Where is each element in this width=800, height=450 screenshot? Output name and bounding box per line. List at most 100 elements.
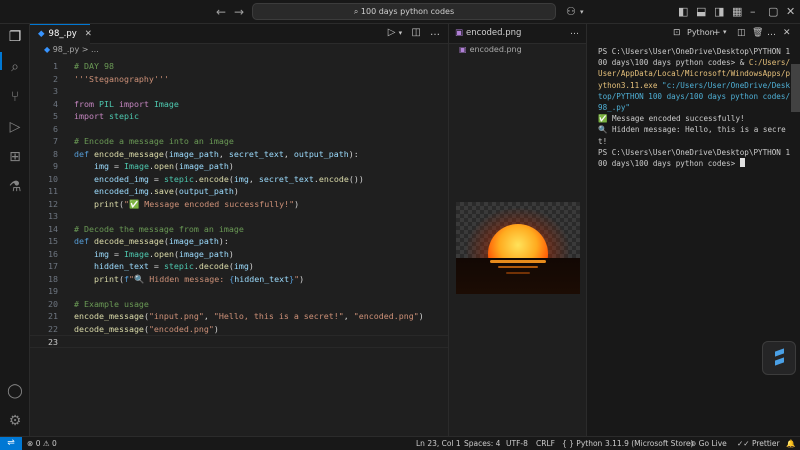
- code-line[interactable]: 23: [30, 335, 448, 348]
- line-endings[interactable]: CRLF: [536, 438, 555, 450]
- copilot-icon[interactable]: ⚇: [566, 5, 576, 18]
- code-line[interactable]: 7 # Encode a message into an image: [30, 135, 448, 148]
- code-line[interactable]: 1 # DAY 98: [30, 60, 448, 73]
- code-token: output_path: [178, 186, 234, 196]
- code-line[interactable]: 18 print(f"🔍 Hidden message: {hidden_tex…: [30, 273, 448, 286]
- language-mode[interactable]: { } Python: [562, 438, 602, 450]
- run-dropdown-icon[interactable]: ▾: [399, 29, 403, 37]
- code-line[interactable]: 4 from PIL import Image: [30, 98, 448, 111]
- floating-extension-button[interactable]: [762, 341, 796, 375]
- code-line[interactable]: 19: [30, 285, 448, 298]
- kill-terminal-trash-icon[interactable]: 🗑: [752, 28, 763, 38]
- code-line[interactable]: 11 encoded_img.save(output_path): [30, 185, 448, 198]
- go-live-button[interactable]: ⊚ Go Live: [690, 438, 727, 450]
- file-encoding[interactable]: UTF-8: [506, 438, 528, 450]
- terminal-shell-label[interactable]: Python: [687, 28, 715, 37]
- prettier-button[interactable]: ✓✓ Prettier: [737, 438, 780, 450]
- code-line[interactable]: 20 # Example usage: [30, 298, 448, 311]
- code-line[interactable]: 9 img = Image.open(image_path): [30, 160, 448, 173]
- settings-gear-icon[interactable]: ⚙: [6, 412, 24, 430]
- toggle-secondary-sidebar-icon[interactable]: ◨: [714, 5, 724, 18]
- code-token: decode_message: [74, 323, 144, 334]
- code-token: "encoded.png": [148, 323, 214, 334]
- encoded-image-preview[interactable]: [456, 202, 580, 294]
- close-tab-icon[interactable]: ✕: [85, 29, 92, 39]
- code-area[interactable]: 1 # DAY 98 2 '''Steganography''' 3 4 from PIL …: [30, 60, 448, 348]
- more-actions-icon[interactable]: …: [767, 28, 776, 38]
- maximize-icon[interactable]: ▢: [768, 5, 778, 18]
- code-line[interactable]: 2 '''Steganography''': [30, 73, 448, 86]
- code-token: save: [153, 186, 174, 196]
- close-window-icon[interactable]: ✕: [786, 5, 795, 18]
- line-number: 17: [48, 261, 58, 271]
- code-line[interactable]: 12 print("✅ Message encoded successfully…: [30, 198, 448, 211]
- code-token: ,: [203, 311, 214, 321]
- code-text: '''Steganography''': [74, 73, 169, 86]
- more-actions-icon[interactable]: …: [430, 27, 440, 38]
- run-debug-icon[interactable]: ▷: [6, 118, 24, 136]
- source-control-icon[interactable]: ⑂: [6, 88, 24, 106]
- code-token: open: [153, 161, 174, 171]
- line-number: 6: [53, 123, 58, 134]
- code-line[interactable]: 10 encoded_img = stepic.encode(img, secr…: [30, 173, 448, 186]
- line-number: 2: [53, 73, 58, 84]
- code-text: # Example usage: [74, 298, 149, 311]
- problems-indicator[interactable]: ⊗ 0 ⚠ 0: [27, 438, 57, 450]
- back-arrow-icon[interactable]: ←: [216, 5, 226, 19]
- code-line[interactable]: 13: [30, 210, 448, 223]
- run-icon[interactable]: ▷: [388, 27, 396, 38]
- testing-icon[interactable]: ⚗: [6, 178, 24, 196]
- toggle-primary-sidebar-icon[interactable]: ◧: [678, 5, 688, 18]
- code-line[interactable]: 17 hidden_text = stepic.decode(img): [30, 260, 448, 273]
- indentation[interactable]: Spaces: 4: [464, 438, 500, 450]
- account-icon[interactable]: ◯: [6, 382, 24, 400]
- customize-layout-icon[interactable]: ▦: [732, 5, 742, 18]
- code-text: print("✅ Message encoded successfully!"): [74, 198, 299, 211]
- chevron-down-icon[interactable]: ▾: [580, 8, 584, 16]
- code-token: Image: [153, 98, 179, 109]
- error-count: 0: [35, 439, 41, 448]
- split-terminal-icon[interactable]: ◫: [737, 28, 746, 38]
- chevron-down-icon[interactable]: ▾: [723, 28, 727, 36]
- remote-icon[interactable]: ⇌: [0, 437, 22, 450]
- code-line[interactable]: 15 def decode_message(image_path):: [30, 235, 448, 248]
- image-breadcrumb[interactable]: ▣ encoded.png: [459, 45, 522, 54]
- tab-98-py[interactable]: ◆ 98_.py ✕: [30, 24, 92, 44]
- toggle-panel-icon[interactable]: ⬓: [696, 5, 706, 18]
- code-line[interactable]: 5 import stepic: [30, 110, 448, 123]
- command-center-search[interactable]: ⌕ 100 days python codes: [252, 3, 556, 20]
- code-line[interactable]: 22 decode_message("encoded.png"): [30, 323, 448, 336]
- code-line[interactable]: 8 def encode_message(image_path, secret_t…: [30, 148, 448, 161]
- terminal-output[interactable]: PS C:\Users\User\OneDrive\Desktop\PYTHON…: [598, 46, 792, 169]
- close-panel-icon[interactable]: ✕: [783, 28, 791, 38]
- code-token: print: [93, 273, 119, 284]
- code-token: image_path: [178, 161, 229, 171]
- code-token: # DAY 98: [74, 61, 114, 71]
- error-icon: ⊗: [27, 439, 34, 448]
- python-interpreter[interactable]: 3.11.9 (Microsoft Store): [605, 438, 693, 450]
- explorer-icon[interactable]: ❐: [6, 28, 24, 46]
- notifications-bell-icon[interactable]: 🔔: [786, 438, 795, 450]
- code-token: output_path: [293, 148, 349, 159]
- code-line[interactable]: 6: [30, 123, 448, 136]
- code-token: ): [233, 186, 239, 196]
- breadcrumb[interactable]: ◆ 98_.py > ...: [44, 45, 99, 54]
- more-actions-icon[interactable]: …: [570, 27, 579, 37]
- code-line[interactable]: 21 encode_message("input.png", "Hello, th…: [30, 310, 448, 323]
- new-terminal-plus-icon[interactable]: +: [713, 28, 721, 38]
- search-icon[interactable]: ⌕: [6, 58, 24, 76]
- code-token: ,: [248, 173, 259, 184]
- forward-arrow-icon[interactable]: →: [234, 5, 244, 19]
- code-line[interactable]: 16 img = Image.open(image_path): [30, 248, 448, 261]
- code-token: # Example usage: [74, 298, 149, 309]
- extensions-icon[interactable]: ⊞: [6, 148, 24, 166]
- terminal-scrollbar[interactable]: [791, 64, 800, 112]
- tab-encoded-png[interactable]: ▣ encoded.png: [455, 28, 521, 38]
- split-editor-icon[interactable]: ◫: [411, 27, 420, 38]
- code-line[interactable]: 3: [30, 85, 448, 98]
- cursor-position[interactable]: Ln 23, Col 1: [416, 438, 461, 450]
- code-token: Image: [123, 161, 149, 171]
- code-text: def decode_message(image_path):: [74, 235, 229, 248]
- minimize-icon[interactable]: –: [750, 5, 756, 18]
- code-line[interactable]: 14 # Decode the message from an image: [30, 223, 448, 236]
